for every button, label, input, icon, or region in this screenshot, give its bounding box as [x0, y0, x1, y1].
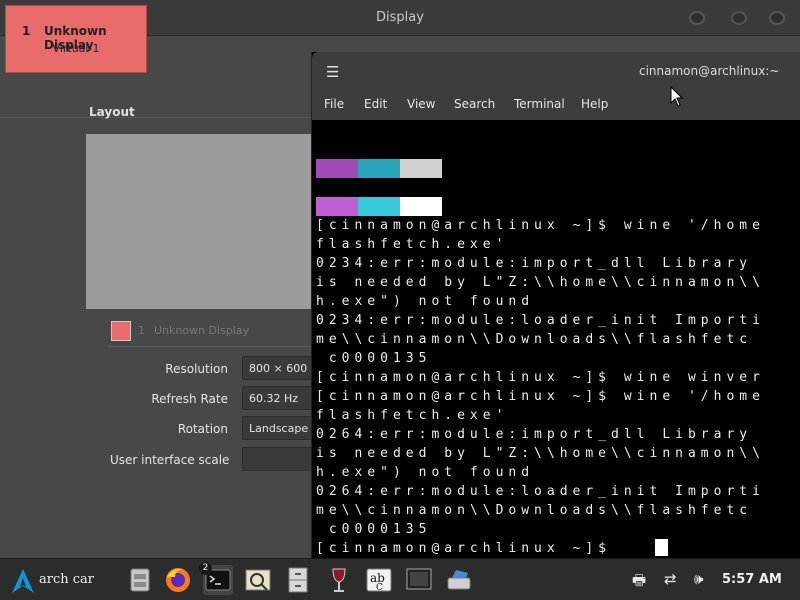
- menu-file[interactable]: File: [324, 97, 344, 111]
- terminal-line: me\\cinnamon\\Downloads\\flashfetc: [316, 503, 753, 518]
- terminal-line: h.exe") not found: [316, 294, 535, 309]
- refresh-rate-dropdown[interactable]: 60.32 Hz: [242, 386, 315, 410]
- terminal-line: 0234:err:module:loader_init Importi: [316, 313, 765, 328]
- terminal-line: is needed by L"Z:\\home\\cinnamon\\: [316, 275, 765, 290]
- arch-linux-logo-icon: [12, 569, 34, 593]
- volume-icon[interactable]: 🕪: [694, 570, 703, 588]
- menu-edit[interactable]: Edit: [364, 97, 387, 111]
- text-cursor: [655, 539, 668, 556]
- file-cabinet-icon[interactable]: [283, 565, 313, 595]
- close-button[interactable]: [769, 11, 785, 25]
- rotation-label: Rotation: [177, 422, 228, 436]
- monitor-number: 1: [22, 24, 31, 38]
- terminal-prompt: [cinnamon@archlinux ~]$: [316, 541, 624, 556]
- monitor-tile[interactable]: 1 Unknown Display Virtual-1: [5, 5, 147, 73]
- image-viewer-icon[interactable]: [243, 565, 273, 595]
- terminal-line: flashfetch.exe': [316, 408, 509, 423]
- terminal-menubar: File Edit View Search Terminal Help: [312, 96, 800, 120]
- hamburger-menu-icon[interactable]: ☰: [326, 63, 339, 81]
- rotation-dropdown[interactable]: Landscape: [242, 416, 315, 440]
- terminal-header[interactable]: ☰ cinnamon@archlinux:~ File Edit View Se…: [312, 52, 800, 120]
- minimize-button[interactable]: [689, 11, 705, 25]
- printer-icon[interactable]: 🖶: [632, 570, 646, 595]
- display-list-row[interactable]: 1 Unknown Display: [108, 317, 315, 347]
- start-menu-button[interactable]: arch car: [8, 566, 100, 594]
- terminal-line: 0264:err:module:loader_init Importi: [316, 484, 765, 499]
- terminal-line: [cinnamon@archlinux ~]$ wine winver: [316, 370, 765, 385]
- terminal-line: 0234:err:module:import_dll Library: [316, 256, 753, 271]
- display-row-number: 1: [138, 324, 145, 337]
- divider: [0, 117, 315, 118]
- network-icon[interactable]: ⇄: [664, 570, 677, 588]
- clock[interactable]: 5:57 AM: [722, 572, 782, 587]
- terminal-output[interactable]: [cinnamon@archlinux ~]$ wine '/home flas…: [316, 120, 800, 558]
- resolution-label: Resolution: [165, 362, 228, 376]
- layout-heading: Layout: [89, 105, 135, 119]
- palette-swatch: [358, 197, 400, 216]
- terminal-line: flashfetch.exe': [316, 237, 509, 252]
- terminal-title: cinnamon@archlinux:~: [639, 64, 780, 78]
- palette-swatch: [400, 159, 442, 178]
- resolution-dropdown[interactable]: 800 × 600 (4:3): [242, 356, 315, 380]
- terminal-line: c0000135: [316, 351, 432, 366]
- menu-search[interactable]: Search: [454, 97, 495, 111]
- font-viewer-icon[interactable]: ab C: [364, 565, 394, 595]
- svg-text:C: C: [376, 583, 383, 593]
- palette-swatch: [316, 159, 358, 178]
- ui-scale-control[interactable]: [242, 447, 315, 471]
- terminal-line: [cinnamon@archlinux ~]$ wine '/home: [316, 218, 765, 233]
- taskbar: arch car 2 ab C 🖶 ⇄ 🕪 5:57 AM: [0, 558, 800, 600]
- maximize-button[interactable]: [731, 11, 747, 25]
- terminal-line: h.exe") not found: [316, 465, 535, 480]
- palette-swatch: [400, 197, 442, 216]
- layout-canvas[interactable]: [86, 134, 315, 309]
- menu-view[interactable]: View: [407, 97, 435, 111]
- display-row-name: Unknown Display: [154, 324, 250, 337]
- start-menu-label: arch car: [39, 572, 94, 587]
- terminal-line: is needed by L"Z:\\home\\cinnamon\\: [316, 446, 765, 461]
- palette-swatch: [358, 159, 400, 178]
- terminal-window[interactable]: ☰ cinnamon@archlinux:~ File Edit View Se…: [311, 52, 800, 558]
- mouse-pointer-icon: [670, 86, 684, 107]
- refresh-rate-label: Refresh Rate: [151, 392, 228, 406]
- file-manager-icon[interactable]: [125, 565, 155, 595]
- terminal-line: 0264:err:module:import_dll Library: [316, 427, 753, 442]
- firefox-icon[interactable]: [163, 565, 193, 595]
- menu-terminal[interactable]: Terminal: [514, 97, 565, 111]
- screenshot-icon[interactable]: [404, 565, 434, 595]
- menu-help[interactable]: Help: [581, 97, 608, 111]
- terminal-line: me\\cinnamon\\Downloads\\flashfetc: [316, 332, 753, 347]
- ui-scale-label: User interface scale: [110, 453, 230, 467]
- display-color-swatch: [111, 321, 131, 341]
- palette-swatch: [316, 197, 358, 216]
- wine-glass-icon[interactable]: [324, 565, 354, 595]
- terminal-line: c0000135: [316, 522, 432, 537]
- terminal-line: [cinnamon@archlinux ~]$ wine '/home: [316, 389, 765, 404]
- monitor-output: Virtual-1: [52, 42, 100, 55]
- printer-scanner-icon[interactable]: [444, 565, 474, 595]
- window-count-badge: 2: [199, 562, 212, 575]
